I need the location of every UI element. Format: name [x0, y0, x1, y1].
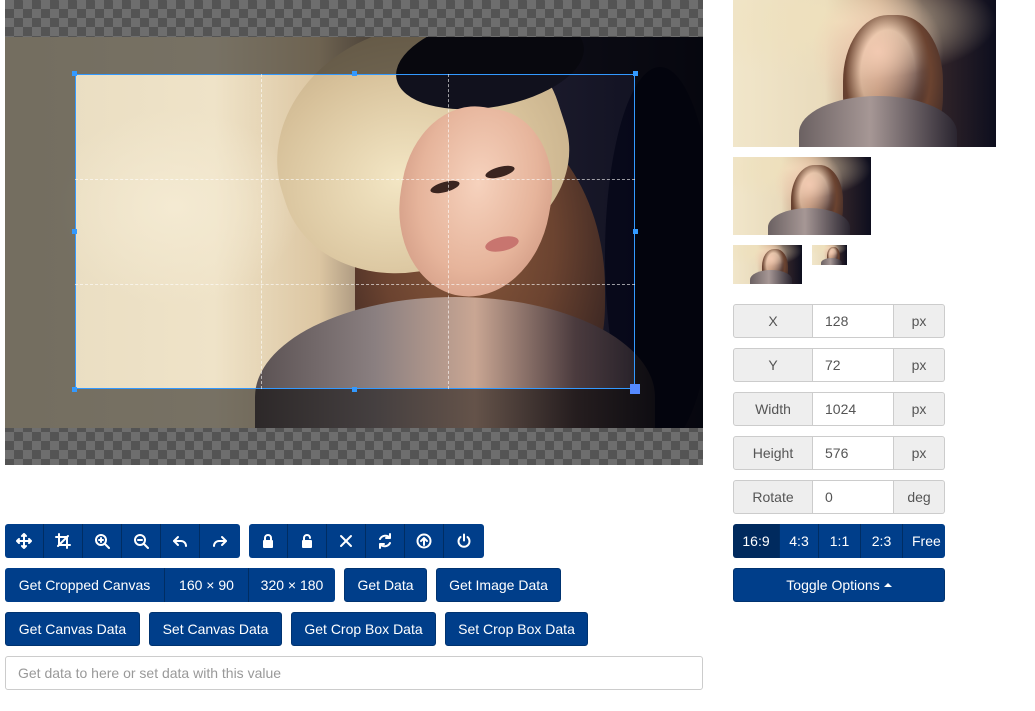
field-x-unit: px [894, 304, 945, 338]
crop-handle-w[interactable] [72, 229, 77, 234]
cropped-canvas-160x90-button[interactable]: 160 × 90 [165, 568, 249, 602]
reset-icon [379, 533, 391, 549]
crop-guide-h2 [75, 284, 635, 285]
preview-small [733, 245, 802, 284]
field-height: Height px [733, 436, 945, 470]
rotate-left-button[interactable] [161, 524, 200, 558]
field-rotate-label: Rotate [733, 480, 813, 514]
field-width-unit: px [894, 392, 945, 426]
crop-button[interactable] [44, 524, 83, 558]
unlock-button[interactable] [288, 524, 327, 558]
rotate-right-icon [213, 536, 227, 547]
width-input[interactable] [813, 392, 894, 426]
data-input[interactable] [5, 656, 703, 690]
reset-button[interactable] [366, 524, 405, 558]
cropper-canvas[interactable] [5, 0, 703, 465]
crop-guide-v1 [261, 74, 262, 389]
zoom-in-icon [95, 534, 110, 549]
crop-handle-se[interactable] [630, 384, 640, 394]
rotate-right-button[interactable] [200, 524, 240, 558]
zoom-out-button[interactable] [122, 524, 161, 558]
power-icon [457, 533, 471, 548]
upload-icon [416, 533, 432, 549]
field-x-label: X [733, 304, 813, 338]
upload-button[interactable] [405, 524, 444, 558]
toggle-options-label: Toggle Options [786, 577, 880, 593]
crop-handle-n[interactable] [352, 71, 357, 76]
aspect-4-3-button[interactable]: 4:3 [780, 524, 819, 558]
toolbar-state-group [249, 524, 484, 558]
get-cropped-canvas-button[interactable]: Get Cropped Canvas [5, 568, 165, 602]
x-input[interactable] [813, 304, 894, 338]
unlock-icon [302, 534, 312, 548]
rotate-input[interactable] [813, 480, 894, 514]
field-rotate: Rotate deg [733, 480, 945, 514]
crop-handle-sw[interactable] [72, 387, 77, 392]
aspect-1-1-button[interactable]: 1:1 [819, 524, 861, 558]
aspect-2-3-button[interactable]: 2:3 [861, 524, 903, 558]
cropped-canvas-320x180-button[interactable]: 320 × 180 [249, 568, 335, 602]
toggle-options-button[interactable]: Toggle Options [733, 568, 945, 602]
crop-handle-e[interactable] [633, 229, 638, 234]
height-input[interactable] [813, 436, 894, 470]
aspect-free-button[interactable]: Free [903, 524, 945, 558]
set-canvas-data-button[interactable]: Set Canvas Data [149, 612, 282, 646]
move-button[interactable] [5, 524, 44, 558]
lock-button[interactable] [249, 524, 288, 558]
field-height-label: Height [733, 436, 813, 470]
crop-guide-h1 [75, 179, 635, 180]
y-input[interactable] [813, 348, 894, 382]
power-button[interactable] [444, 524, 484, 558]
crop-box[interactable] [72, 71, 640, 394]
rotate-left-icon [173, 536, 187, 547]
get-image-data-button[interactable]: Get Image Data [436, 568, 561, 602]
field-width: Width px [733, 392, 945, 426]
aspect-16-9-button[interactable]: 16:9 [733, 524, 780, 558]
field-x: X px [733, 304, 945, 338]
preview-tiny [812, 245, 847, 265]
zoom-out-icon [134, 534, 149, 549]
crop-handle-ne[interactable] [633, 71, 638, 76]
get-crop-box-data-button[interactable]: Get Crop Box Data [291, 612, 436, 646]
get-canvas-data-button[interactable]: Get Canvas Data [5, 612, 140, 646]
crop-icon [55, 533, 71, 549]
field-rotate-unit: deg [894, 480, 945, 514]
preview-medium [733, 157, 871, 235]
crop-handle-s[interactable] [352, 387, 357, 392]
clear-button[interactable] [327, 524, 366, 558]
zoom-in-button[interactable] [83, 524, 122, 558]
get-data-button[interactable]: Get Data [344, 568, 427, 602]
toolbar-mode-group [5, 524, 240, 558]
crop-guide-v2 [448, 74, 449, 389]
caret-up-icon [883, 583, 892, 587]
lock-icon [263, 534, 273, 548]
move-icon [16, 533, 32, 549]
field-y-unit: px [894, 348, 945, 382]
cropped-canvas-group: Get Cropped Canvas 160 × 90 320 × 180 [5, 568, 335, 602]
field-width-label: Width [733, 392, 813, 426]
field-height-unit: px [894, 436, 945, 470]
set-crop-box-data-button[interactable]: Set Crop Box Data [445, 612, 588, 646]
crop-handle-nw[interactable] [72, 71, 77, 76]
clear-icon [340, 535, 352, 547]
field-y: Y px [733, 348, 945, 382]
preview-large [733, 0, 996, 147]
field-y-label: Y [733, 348, 813, 382]
crop-outline [75, 74, 635, 389]
aspect-ratio-group: 16:9 4:3 1:1 2:3 Free [733, 524, 945, 558]
